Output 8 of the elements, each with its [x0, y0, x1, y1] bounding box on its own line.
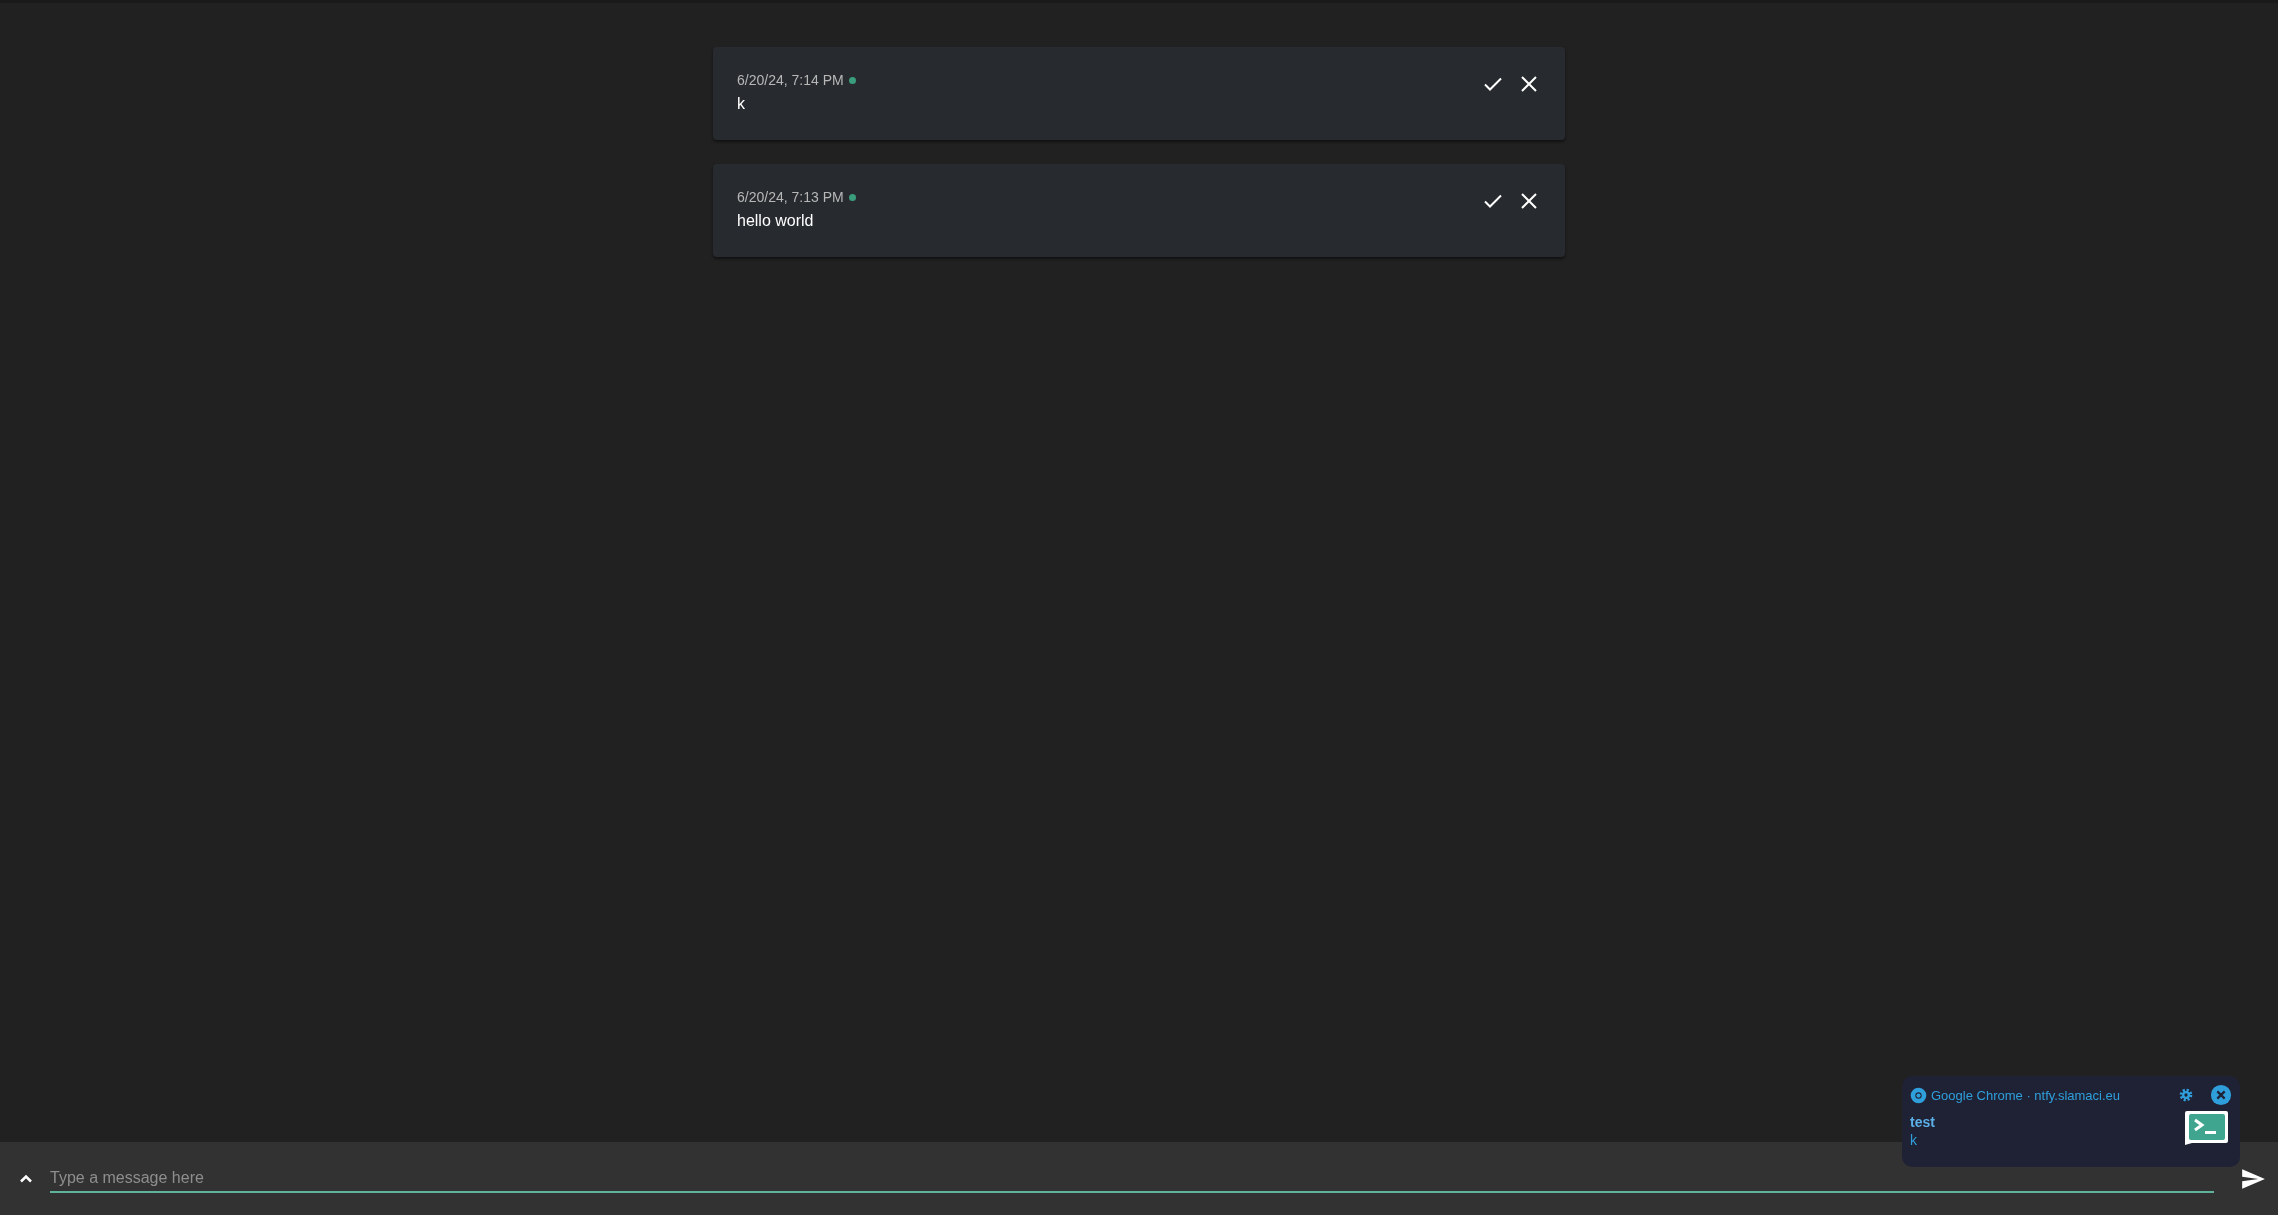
settings-icon[interactable] — [2178, 1087, 2194, 1103]
message-time: 6/20/24, 7:14 PM — [737, 72, 844, 88]
notification-source: Google Chrome · ntfy.slamaci.eu — [1931, 1087, 2122, 1103]
message-time: 6/20/24, 7:13 PM — [737, 189, 844, 205]
terminal-chat-icon — [2184, 1110, 2228, 1146]
notification-title: test — [1910, 1114, 1935, 1130]
message-text: hello world — [737, 212, 815, 230]
message-text: k — [737, 95, 746, 113]
